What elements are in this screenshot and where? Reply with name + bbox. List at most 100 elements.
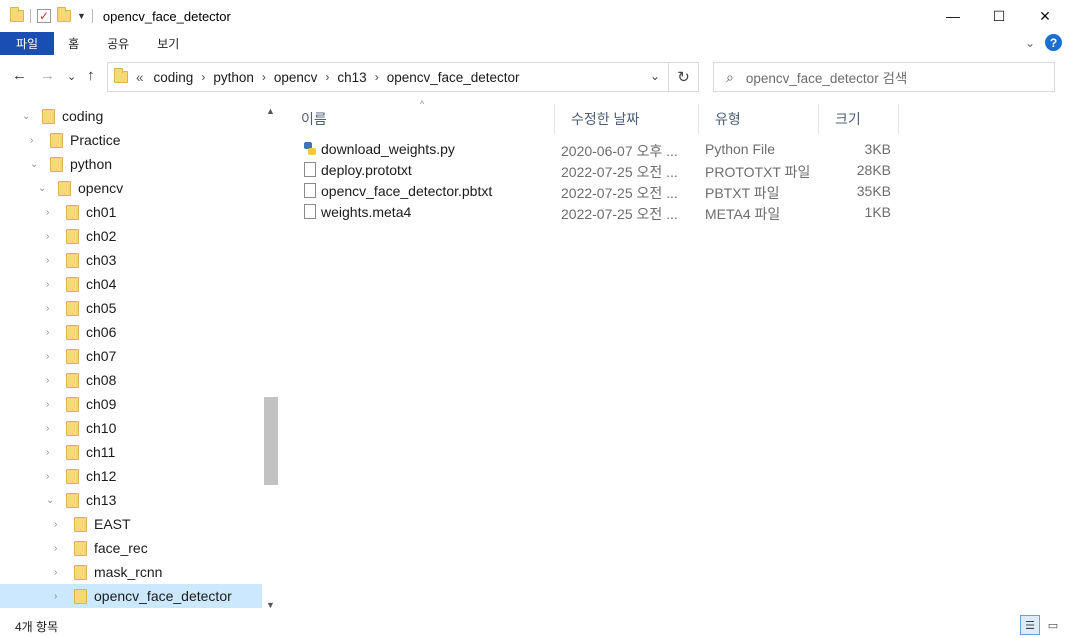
breadcrumb-coding[interactable]: coding (154, 70, 194, 85)
tab-share[interactable]: 공유 (93, 32, 143, 55)
tree-item-east[interactable]: › EAST (0, 512, 262, 536)
breadcrumb-opencv[interactable]: opencv (274, 70, 318, 85)
tree-item-ch13[interactable]: ⌄ ch13 (0, 488, 262, 512)
chevron-right-icon[interactable]: › (46, 327, 49, 338)
help-icon[interactable]: ? (1045, 34, 1062, 51)
large-icons-view-icon[interactable]: ▭ (1043, 615, 1063, 635)
tree-item-ch06[interactable]: › ch06 (0, 320, 262, 344)
navigation-scrollbar[interactable] (262, 104, 279, 612)
tree-item-coding[interactable]: ⌄ coding (0, 104, 262, 128)
folder-icon (114, 68, 128, 83)
chevron-right-icon[interactable]: › (46, 471, 49, 482)
maximize-button[interactable]: ☐ (976, 0, 1022, 32)
tree-item-ch02[interactable]: › ch02 (0, 224, 262, 248)
back-button[interactable]: ← (12, 67, 27, 84)
tree-item-label: ch11 (86, 444, 116, 460)
folder-icon (66, 420, 79, 436)
refresh-button[interactable]: ↻ (669, 62, 699, 92)
tree-item-ch11[interactable]: › ch11 (0, 440, 262, 464)
tree-item-label: ch13 (86, 492, 117, 508)
breadcrumb-ch13[interactable]: ch13 (337, 70, 366, 85)
chevron-right-icon[interactable]: › (46, 207, 49, 218)
tree-item-ch03[interactable]: › ch03 (0, 248, 262, 272)
chevron-right-icon[interactable]: › (46, 423, 49, 434)
tree-item-face-rec[interactable]: › face_rec (0, 536, 262, 560)
file-row[interactable]: deploy.prototxt 2022-07-25 오전 ... PROTOT… (301, 160, 901, 181)
recent-locations-button[interactable]: ⌄ (67, 70, 76, 83)
overflow-icon[interactable]: « (136, 70, 144, 85)
column-header-date[interactable]: 수정한 날짜 (555, 104, 699, 134)
tree-item-python[interactable]: ⌄ python (0, 152, 262, 176)
file-row[interactable]: download_weights.py 2020-06-07 오후 ... Py… (301, 139, 901, 160)
tree-item-opencv-face-detector[interactable]: › opencv_face_detector (0, 584, 262, 608)
chevron-right-icon[interactable]: › (30, 135, 33, 146)
tree-item-ch08[interactable]: › ch08 (0, 368, 262, 392)
chevron-right-icon[interactable]: › (375, 70, 379, 84)
chevron-right-icon[interactable]: › (46, 351, 49, 362)
tree-item-ch04[interactable]: › ch04 (0, 272, 262, 296)
address-dropdown-icon[interactable]: ⌄ (650, 69, 660, 83)
column-header-size[interactable]: 크기 (819, 104, 899, 134)
new-folder-icon[interactable] (57, 7, 71, 22)
folder-icon (66, 372, 79, 388)
scroll-down-icon[interactable]: ▼ (266, 600, 275, 610)
file-row[interactable]: weights.meta4 2022-07-25 오전 ... META4 파일… (301, 202, 901, 223)
chevron-right-icon[interactable]: › (46, 447, 49, 458)
tab-file[interactable]: 파일 (0, 32, 55, 55)
chevron-right-icon[interactable]: › (46, 303, 49, 314)
folder-icon (66, 396, 79, 412)
chevron-right-icon[interactable]: › (54, 519, 57, 530)
chevron-down-icon[interactable]: ⌄ (46, 495, 54, 506)
tree-item-ch10[interactable]: › ch10 (0, 416, 262, 440)
chevron-right-icon[interactable]: › (54, 591, 57, 602)
tree-item-ch07[interactable]: › ch07 (0, 344, 262, 368)
forward-button[interactable]: → (40, 67, 55, 84)
scrollbar-thumb[interactable] (264, 397, 278, 485)
tree-item-mask-rcnn[interactable]: › mask_rcnn (0, 560, 262, 584)
tree-item-opencv[interactable]: ⌄ opencv (0, 176, 262, 200)
tab-home[interactable]: 홈 (54, 32, 93, 55)
chevron-right-icon[interactable]: › (46, 279, 49, 290)
column-header-type[interactable]: 유형 (699, 104, 819, 134)
tree-item-ch12[interactable]: › ch12 (0, 464, 262, 488)
file-row[interactable]: opencv_face_detector.pbtxt 2022-07-25 오전… (301, 181, 901, 202)
search-input[interactable]: ⌕ opencv_face_detector 검색 (713, 62, 1055, 92)
details-view-icon[interactable]: ☰ (1020, 615, 1040, 635)
folder-icon (74, 588, 87, 604)
file-type: PROTOTXT 파일 (705, 164, 811, 180)
chevron-down-icon[interactable]: ⌄ (38, 183, 46, 194)
customize-toolbar-icon[interactable]: ▼ (77, 11, 86, 21)
chevron-right-icon[interactable]: › (54, 567, 57, 578)
minimize-button[interactable]: — (930, 0, 976, 32)
tree-item-label: ch02 (86, 228, 117, 244)
tree-item-practice[interactable]: › Practice (0, 128, 262, 152)
tree-item-ch09[interactable]: › ch09 (0, 392, 262, 416)
properties-icon[interactable]: ✓ (37, 9, 51, 23)
folder-icon (66, 300, 79, 316)
scroll-up-icon[interactable]: ▲ (266, 106, 275, 116)
close-button[interactable]: ✕ (1022, 0, 1068, 32)
chevron-down-icon[interactable]: ⌄ (30, 159, 38, 170)
column-header-name[interactable]: 이름 (285, 104, 555, 134)
file-type: PBTXT 파일 (705, 185, 780, 201)
expand-ribbon-icon[interactable]: ⌄ (1025, 36, 1035, 50)
chevron-right-icon[interactable]: › (325, 70, 329, 84)
tree-item-ch05[interactable]: › ch05 (0, 296, 262, 320)
file-name: weights.meta4 (321, 204, 412, 220)
python-file-icon (303, 141, 317, 156)
chevron-right-icon[interactable]: › (201, 70, 205, 84)
chevron-right-icon[interactable]: › (46, 255, 49, 266)
address-bar[interactable]: « coding › python › opencv › ch13 › open… (107, 62, 669, 92)
chevron-right-icon[interactable]: › (46, 231, 49, 242)
chevron-down-icon[interactable]: ⌄ (22, 111, 30, 122)
tree-item-label: opencv (78, 180, 124, 196)
chevron-right-icon[interactable]: › (46, 399, 49, 410)
tree-item-ch01[interactable]: › ch01 (0, 200, 262, 224)
chevron-right-icon[interactable]: › (54, 543, 57, 554)
tab-view[interactable]: 보기 (143, 32, 193, 55)
breadcrumb-opencv-face-detector[interactable]: opencv_face_detector (387, 70, 520, 85)
chevron-right-icon[interactable]: › (262, 70, 266, 84)
chevron-right-icon[interactable]: › (46, 375, 49, 386)
up-button[interactable]: ↑ (87, 67, 95, 84)
breadcrumb-python[interactable]: python (213, 70, 254, 85)
